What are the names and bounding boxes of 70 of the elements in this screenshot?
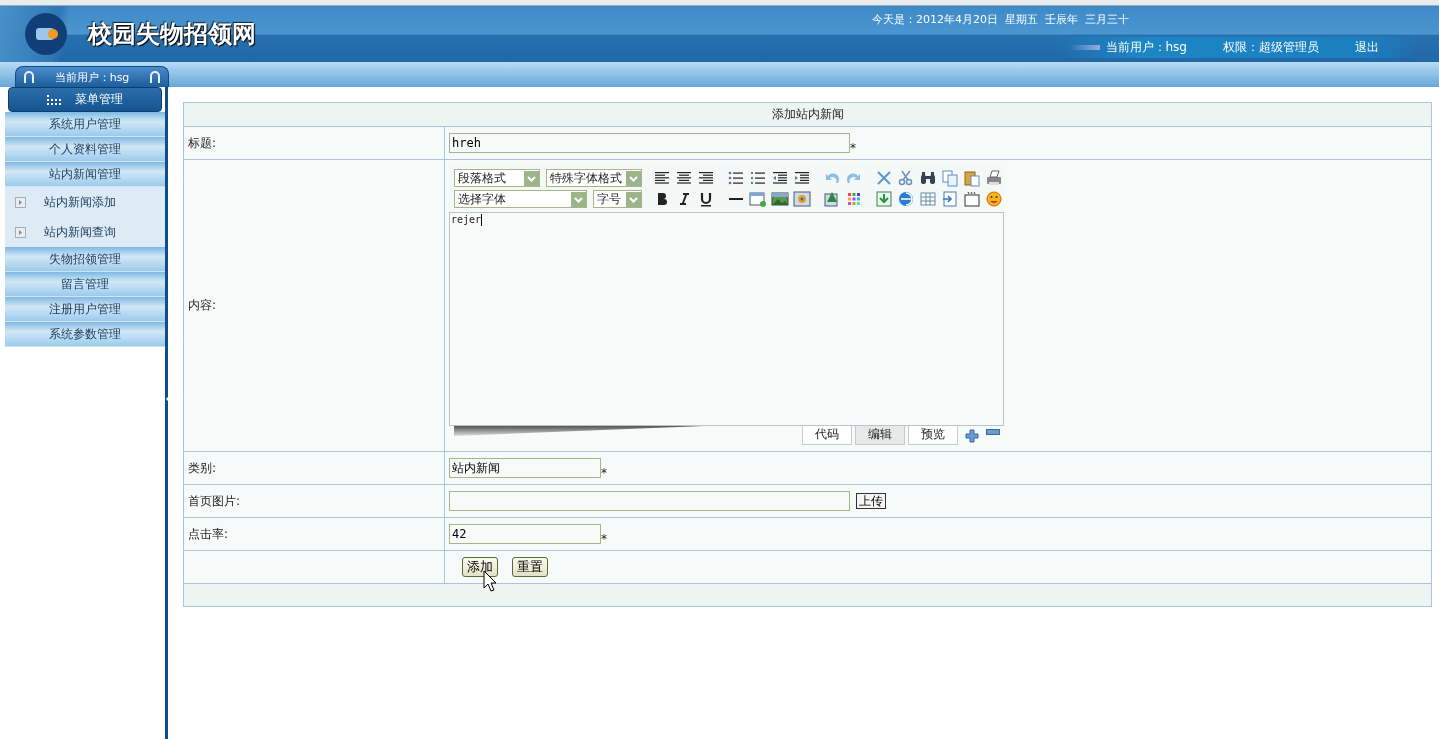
text-input-field[interactable]: 站内新闻 [449, 458, 601, 478]
ring-icon [149, 70, 161, 84]
delete-icon[interactable] [874, 169, 894, 187]
plus-icon[interactable] [965, 429, 979, 443]
editor-mode-tab[interactable]: 预览 [908, 426, 958, 445]
media-icon[interactable] [792, 190, 812, 208]
menu-group-item[interactable]: 系统用户管理 [5, 112, 165, 137]
current-user-text: 当前用户：hsg [1105, 39, 1187, 56]
browser-icon[interactable] [896, 190, 916, 208]
align-center-icon[interactable] [674, 169, 694, 187]
bullet-list-icon[interactable] [726, 169, 746, 187]
logo-icon [24, 12, 68, 56]
document-icon[interactable] [940, 190, 960, 208]
editor-text-area[interactable]: rejer [449, 212, 1004, 426]
menu-group-item[interactable]: 站内新闻管理 [5, 162, 165, 187]
date-text: 今天是：2012年4月20日 星期五 壬辰年 三月三十 [872, 12, 1130, 27]
menu-group-item[interactable]: 系统参数管理 [5, 322, 165, 347]
dropdown[interactable]: 选择字体 [454, 190, 587, 208]
download-icon[interactable] [874, 190, 894, 208]
field-label: 首页图片: [184, 485, 445, 517]
picture-icon[interactable] [770, 190, 790, 208]
menu-subitem[interactable]: 站内新闻添加 [5, 187, 165, 217]
play-bullet-icon [15, 226, 26, 238]
text-input-field[interactable]: hreh [449, 133, 850, 153]
file-path-field[interactable] [449, 491, 850, 511]
binoculars-icon[interactable] [918, 169, 938, 187]
current-user-text: 当前用户：hsg [54, 69, 130, 85]
numbered-list-icon[interactable] [748, 169, 768, 187]
indent-icon[interactable] [792, 169, 812, 187]
dropdown[interactable]: 段落格式 [454, 169, 541, 187]
paste-icon[interactable] [962, 169, 982, 187]
form-title: 添加站内新闻 [184, 103, 1431, 127]
text-input-field[interactable]: 42 [449, 524, 601, 544]
align-right-icon[interactable] [696, 169, 716, 187]
menu-title: 菜单管理 [75, 91, 123, 108]
play-bullet-icon [15, 196, 26, 208]
printer-icon[interactable] [984, 169, 1004, 187]
upload-button[interactable]: 上传 [856, 493, 886, 509]
submit-button[interactable]: 添加 [462, 557, 498, 577]
system-decoration-icon [1069, 45, 1100, 50]
text-box-icon[interactable] [962, 190, 982, 208]
menu-group-item[interactable]: 注册用户管理 [5, 297, 165, 322]
menu-subitem[interactable]: 站内新闻查询 [5, 217, 165, 247]
mouse-cursor-icon [483, 570, 497, 592]
editor-mode-tab[interactable]: 代码 [802, 426, 852, 445]
required-mark: * [850, 141, 856, 155]
editor-content-text: rejer [451, 214, 482, 225]
text-caret-icon [481, 214, 483, 226]
field-label: 类别: [184, 452, 445, 484]
menu-group-item[interactable]: 留言管理 [5, 272, 165, 297]
reset-button[interactable]: 重置 [512, 557, 548, 577]
field-label: 内容: [184, 160, 445, 451]
role-text: 权限：超级管理员 [1223, 39, 1319, 56]
dropdown[interactable]: 特殊字体格式 [546, 169, 642, 187]
menu-group-item[interactable]: 失物招领管理 [5, 247, 165, 272]
field-label: 点击率: [184, 518, 445, 550]
dropdown[interactable]: 字号 [592, 190, 642, 208]
ring-icon [23, 70, 35, 84]
required-mark: * [601, 532, 607, 546]
menu-group-item[interactable]: 个人资料管理 [5, 137, 165, 162]
field-label: 标题: [184, 127, 445, 159]
required-mark: * [601, 466, 607, 480]
emoticon-icon[interactable] [984, 190, 1004, 208]
site-title: 校园失物招领网 [88, 18, 256, 50]
editor-mode-tab[interactable]: 编辑 [855, 426, 905, 445]
logout-link[interactable]: 退出 [1355, 39, 1379, 56]
grid-icon [47, 94, 61, 105]
collapse-handle-icon[interactable] [166, 395, 170, 403]
align-left-icon[interactable] [652, 169, 672, 187]
outdent-icon[interactable] [770, 169, 790, 187]
